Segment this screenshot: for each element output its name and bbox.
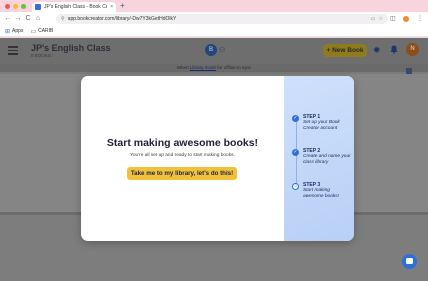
go-to-library-button[interactable]: Take me to my library, let's do this! (127, 167, 237, 180)
back-icon[interactable]: ← (3, 12, 13, 26)
check-icon: ✓ (292, 115, 299, 122)
new-tab-button[interactable]: + (120, 1, 125, 11)
step-text: Set up your Book Creator account (303, 120, 340, 131)
class-title: JP's English Class (31, 43, 111, 53)
people-icon[interactable]: ⚇ (219, 46, 225, 54)
browser-toolbar: ← → C ⌂ ⚲ app.bookcreator.com/library/-D… (0, 12, 428, 26)
library-mode-link[interactable]: Library mode (190, 65, 216, 70)
chat-button[interactable] (402, 254, 417, 269)
library-badge[interactable]: B (205, 44, 217, 56)
more-menu-icon[interactable]: ⋮ (417, 12, 423, 26)
extensions-icon[interactable]: ◫ (390, 12, 396, 26)
step-text: Create and name your class library (303, 154, 351, 165)
cast-icon[interactable]: ▭ (371, 16, 376, 22)
sync-banner: When Library mode for offline to sync (0, 64, 428, 72)
menu-icon[interactable] (8, 46, 18, 55)
bell-icon[interactable] (390, 45, 398, 54)
browser-titlebar: JP's English Class - Book Cr × + (0, 0, 428, 12)
onboarding-modal: Start making awesome books! You're all s… (81, 76, 354, 241)
folder-icon: ▭ (30, 28, 37, 35)
tab-close-icon[interactable]: × (110, 4, 113, 10)
url-text[interactable]: app.bookcreator.com/library/-Dw7Y3kGetHd… (68, 16, 368, 22)
close-window-dot[interactable] (5, 4, 10, 9)
favicon-icon (35, 4, 41, 10)
maximize-window-dot[interactable] (21, 4, 26, 9)
bookmark-apps[interactable]: ⊞ Apps (5, 28, 23, 35)
bookmarks-bar: ⊞ Apps ▭ CARIB (0, 26, 428, 37)
minimize-window-dot[interactable] (13, 4, 18, 9)
avatar[interactable]: N (406, 43, 419, 56)
profile-icon[interactable] (403, 16, 409, 22)
chat-icon (406, 258, 413, 264)
new-book-button[interactable]: + New Book (323, 44, 367, 57)
bookmark-carib[interactable]: ▭ CARIB (30, 28, 53, 35)
pending-step-icon: ○ (292, 183, 299, 190)
bookmark-star-icon[interactable]: ☆ (379, 16, 383, 22)
forward-icon[interactable]: → (13, 12, 23, 26)
browser-tab[interactable]: JP's English Class - Book Cr × (32, 2, 116, 12)
tab-title: JP's English Class - Book Cr (44, 4, 108, 10)
address-bar[interactable]: ⚲ app.bookcreator.com/library/-Dw7Y3kGet… (56, 14, 388, 24)
home-icon[interactable]: ⌂ (33, 12, 43, 26)
app-header: JP's English Class 0 BOOKS › B ⚇ + New B… (0, 38, 428, 64)
site-info-icon[interactable]: ⚲ (61, 16, 65, 22)
steps-panel: ✓ STEP 1 Set up your Book Creator accoun… (284, 76, 354, 241)
gear-icon[interactable]: ✹ (373, 45, 381, 55)
modal-description: You're all set up and ready to start mak… (130, 153, 235, 158)
modal-content: Start making awesome books! You're all s… (81, 76, 284, 241)
check-icon: ✓ (292, 149, 299, 156)
books-count[interactable]: 0 BOOKS › (31, 53, 54, 58)
step-text: Start making awesome books! (303, 188, 339, 199)
modal-title: Start making awesome books! (106, 137, 259, 149)
reload-icon[interactable]: C (23, 12, 33, 26)
apps-grid-icon: ⊞ (5, 28, 11, 35)
